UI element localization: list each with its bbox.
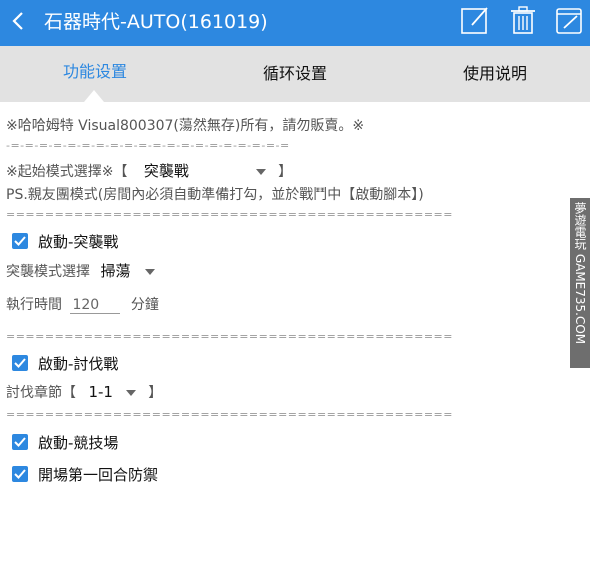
equals-separator: ========================================… xyxy=(6,330,453,343)
start-mode-value: 突襲戰 xyxy=(143,162,189,180)
start-mode-label: ※起始模式選擇※【 xyxy=(6,164,128,180)
edit-icon[interactable] xyxy=(460,5,490,35)
run-time-input[interactable]: 120 xyxy=(70,297,121,314)
dropdown-arrow-icon xyxy=(145,268,156,275)
tab-instructions[interactable]: 使用说明 xyxy=(420,46,570,102)
equals-separator: ========================================… xyxy=(6,408,453,421)
trash-icon[interactable] xyxy=(508,5,538,35)
dash-separator: -=-=-=-=-=-=-=-=-=-=-=-=-=-=-=-=-=-=-=-= xyxy=(6,139,290,152)
chapter-value: 1-1 xyxy=(88,383,113,401)
raid-mode-label: 突襲模式選擇 xyxy=(6,264,90,280)
checkbox-checked-icon xyxy=(12,466,28,482)
dropdown-arrow-icon xyxy=(255,168,266,175)
dropdown-arrow-icon xyxy=(125,389,136,396)
raid-enable-checkbox[interactable]: 啟動-突襲戰 xyxy=(12,230,118,252)
subjugate-enable-checkbox[interactable]: 啟動-討伐戰 xyxy=(12,352,118,374)
arena-enable-label: 啟動-競技場 xyxy=(38,433,119,452)
tab-loop-settings[interactable]: 循环设置 xyxy=(220,46,370,102)
site-watermark: 夢遊電玩 GAME735.COM xyxy=(570,198,590,368)
run-time-unit: 分鐘 xyxy=(130,297,159,313)
app-bar: 石器時代-AUTO(161019) xyxy=(0,0,590,46)
start-mode-end: 】 xyxy=(278,164,293,180)
raid-mode-row: 突襲模式選擇 掃蕩 xyxy=(6,260,156,281)
party-mode-note: PS.親友團模式(房間內必須自動準備打勾，並於戰鬥中【啟動腳本】) xyxy=(6,187,424,203)
back-arrow-icon[interactable] xyxy=(8,9,30,33)
run-time-row: 執行時間 120 分鐘 xyxy=(6,294,159,314)
ownership-notice: ※哈哈姆特 Visual800307(蕩然無存)所有，請勿販賣。※ xyxy=(6,118,365,134)
raid-enable-label: 啟動-突襲戰 xyxy=(38,232,119,251)
checkbox-checked-icon xyxy=(12,355,28,371)
checkbox-checked-icon xyxy=(12,233,28,249)
arena-enable-checkbox[interactable]: 啟動-競技場 xyxy=(12,431,118,453)
run-time-label: 執行時間 xyxy=(6,297,62,313)
chapter-end: 】 xyxy=(148,385,163,401)
active-tab-indicator xyxy=(84,90,104,102)
start-mode-row: ※起始模式選擇※【 突襲戰 】 xyxy=(6,160,292,181)
chapter-row: 討伐章節【 1-1 】 xyxy=(6,382,162,402)
chapter-label: 討伐章節【 xyxy=(6,385,76,401)
raid-mode-value: 掃蕩 xyxy=(100,262,131,280)
raid-mode-dropdown[interactable]: 掃蕩 xyxy=(100,260,156,281)
subjugate-enable-label: 啟動-討伐戰 xyxy=(38,354,119,373)
start-mode-dropdown[interactable]: 突襲戰 xyxy=(144,160,266,181)
watermark-text: 夢遊電玩 GAME735.COM xyxy=(573,202,587,345)
equals-separator: ========================================… xyxy=(6,208,453,221)
app-title: 石器時代-AUTO(161019) xyxy=(44,11,268,33)
edit-alt-icon[interactable] xyxy=(555,5,585,35)
checkbox-checked-icon xyxy=(12,434,28,450)
first-round-defense-checkbox[interactable]: 開場第一回合防禦 xyxy=(12,463,158,485)
first-round-defense-label: 開場第一回合防禦 xyxy=(38,465,159,484)
chapter-dropdown[interactable]: 1-1 xyxy=(88,383,136,401)
